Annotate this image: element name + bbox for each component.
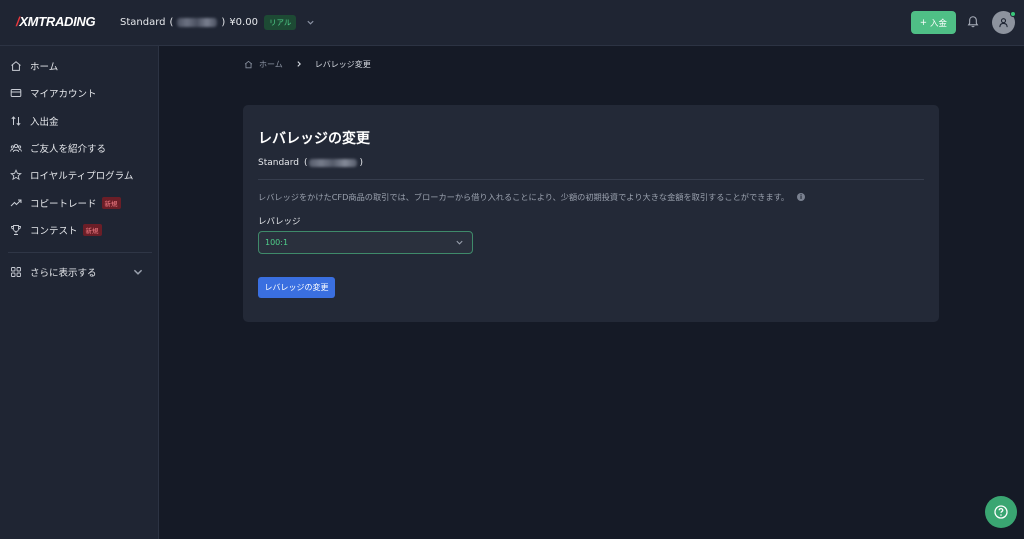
account-switcher[interactable]: Standard ( ) ¥0.00 リアル (120, 13, 315, 31)
trophy-icon (11, 225, 21, 235)
sidebar-item-home[interactable]: ホーム (0, 55, 158, 77)
home-icon[interactable] (244, 60, 253, 69)
help-button[interactable] (985, 496, 1017, 528)
sidebar-item-my-account[interactable]: マイアカウント (0, 82, 158, 104)
chevron-down-icon (133, 269, 143, 275)
user-avatar[interactable] (992, 11, 1016, 34)
sidebar-show-more[interactable]: さらに表示する (0, 261, 158, 283)
breadcrumb-home[interactable]: ホーム (259, 59, 283, 70)
new-badge: 新規 (101, 197, 121, 209)
account-balance: ¥0.00 (229, 16, 258, 28)
card-icon (10, 89, 22, 97)
breadcrumb-current: レバレッジ変更 (314, 59, 371, 69)
leverage-selected-value: 100:1 (265, 238, 289, 247)
grid-icon (11, 267, 21, 277)
info-icon[interactable]: i (797, 193, 806, 201)
users-icon (10, 143, 22, 153)
account-mode-badge: リアル (263, 14, 297, 30)
sidebar-item-copy-trade[interactable]: コピートレード 新規 (0, 192, 158, 214)
new-badge: 新規 (82, 224, 102, 236)
breadcrumb: ホーム レバレッジ変更 (244, 58, 371, 70)
logo[interactable]: /XMTRADING (16, 14, 96, 29)
account-info: Standard ( ) (258, 158, 363, 168)
sidebar-divider (8, 252, 152, 253)
account-type: Standard (120, 16, 166, 28)
online-status-dot (1010, 11, 1016, 17)
star-icon (10, 169, 22, 181)
sidebar-item-deposit-withdraw[interactable]: 入出金 (0, 110, 158, 132)
deposit-button[interactable]: + 入金 (911, 11, 956, 34)
sidebar-item-contest[interactable]: コンテスト 新規 (0, 219, 158, 241)
plus-icon: + (919, 17, 928, 28)
chevron-down-icon (307, 20, 315, 25)
question-icon (994, 505, 1008, 519)
home-icon (11, 61, 21, 71)
transfer-arrows-icon (11, 116, 21, 126)
sidebar: ホーム マイアカウント 入出金 ご友人を紹介する ロイヤルティプログラム コピー… (0, 46, 159, 539)
user-icon (999, 18, 1008, 28)
bell-icon[interactable] (966, 15, 980, 29)
chevron-right-icon (297, 61, 301, 67)
account-number-redacted (309, 159, 358, 167)
leverage-label: レバレッジ (258, 217, 301, 227)
chevron-down-icon (456, 240, 463, 245)
top-bar: /XMTRADING Standard ( ) ¥0.00 リアル + 入金 (0, 0, 1024, 46)
leverage-select[interactable]: 100:1 (258, 231, 473, 254)
leverage-description: レバレッジをかけたCFD商品の取引では、ブローカーから借り入れることにより、少額… (258, 191, 806, 203)
trend-up-icon (10, 199, 22, 207)
page-title: レバレッジの変更 (258, 131, 370, 147)
sidebar-item-loyalty-program[interactable]: ロイヤルティプログラム (0, 164, 158, 186)
sidebar-item-refer-friends[interactable]: ご友人を紹介する (0, 137, 158, 159)
leverage-change-card: レバレッジの変更 Standard ( ) レバレッジをかけたCFD商品の取引で… (243, 105, 939, 322)
card-divider (258, 179, 924, 180)
change-leverage-button[interactable]: レバレッジの変更 (258, 277, 335, 298)
account-number-redacted (177, 17, 218, 27)
